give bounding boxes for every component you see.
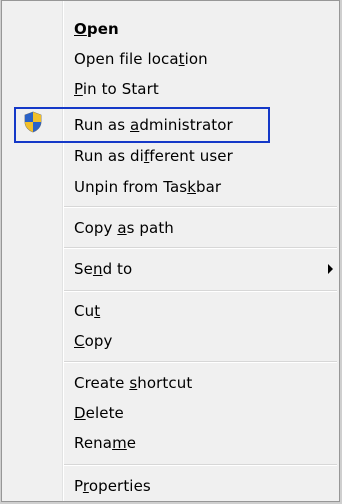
menu-item-label: Cut — [74, 302, 101, 320]
menu-item-open-file-location[interactable]: Open file location — [2, 44, 339, 74]
menu-item-create-shortcut[interactable]: Create shortcut — [2, 368, 339, 398]
menu-item-delete[interactable]: Delete — [2, 398, 339, 428]
menu-item-send-to[interactable]: Send to — [2, 254, 339, 284]
menu-item-label: Unpin from Taskbar — [74, 178, 222, 196]
menu-item-label: Copy as path — [74, 219, 174, 237]
menu-separator — [64, 464, 337, 466]
menu-item-label: Rename — [74, 434, 137, 452]
menu-item-open[interactable]: Open — [2, 14, 339, 44]
menu-item-copy[interactable]: Copy — [2, 326, 339, 356]
run-as-administrator-highlight — [14, 107, 270, 143]
menu-separator — [64, 290, 337, 292]
menu-item-run-as-different-user[interactable]: Run as different user — [2, 141, 339, 171]
menu-item-label: Pin to Start — [74, 80, 159, 98]
menu-item-label: Send to — [74, 260, 133, 278]
menu-item-label: Properties — [74, 477, 151, 495]
menu-item-cut[interactable]: Cut — [2, 296, 339, 326]
menu-separator — [64, 361, 337, 363]
menu-separator — [64, 247, 337, 249]
menu-item-label: Copy — [74, 332, 113, 350]
context-menu: Open Open file location Pin to Start Run… — [1, 0, 340, 502]
menu-item-properties[interactable]: Properties — [2, 471, 339, 501]
menu-item-rename[interactable]: Rename — [2, 428, 339, 458]
menu-item-unpin-from-taskbar[interactable]: Unpin from Taskbar — [2, 172, 339, 202]
menu-separator — [64, 206, 337, 208]
menu-item-label: Run as different user — [74, 147, 233, 165]
submenu-arrow-icon — [328, 264, 333, 274]
menu-item-label: Open file location — [74, 50, 208, 68]
menu-item-pin-to-start[interactable]: Pin to Start — [2, 74, 339, 104]
menu-item-label: Create shortcut — [74, 374, 193, 392]
menu-item-copy-as-path[interactable]: Copy as path — [2, 213, 339, 243]
menu-item-label: Open — [74, 20, 119, 38]
menu-item-label: Delete — [74, 404, 124, 422]
